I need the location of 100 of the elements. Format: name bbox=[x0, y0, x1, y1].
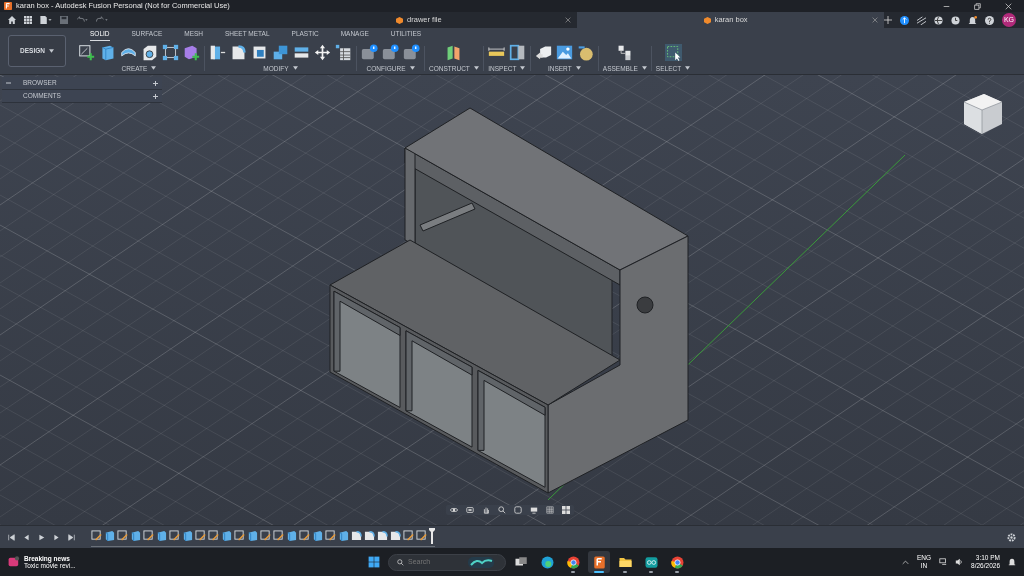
look-at-icon[interactable] bbox=[466, 506, 474, 514]
step-back-icon[interactable] bbox=[23, 533, 30, 541]
home-icon[interactable] bbox=[8, 16, 16, 24]
search-highlight-icon[interactable] bbox=[468, 556, 494, 568]
orbit-icon[interactable] bbox=[450, 506, 458, 514]
caret-icon bbox=[520, 66, 526, 71]
fillet-feature-icon[interactable] bbox=[390, 530, 401, 541]
bell-icon[interactable] bbox=[968, 15, 977, 25]
section-icon[interactable] bbox=[508, 43, 526, 61]
extensions-icon[interactable] bbox=[917, 15, 926, 25]
undo-icon[interactable] bbox=[76, 16, 88, 24]
sketch-feature-icon[interactable] bbox=[208, 530, 219, 541]
settings-icon[interactable] bbox=[1007, 533, 1016, 543]
extrude-feature-icon[interactable] bbox=[312, 530, 323, 541]
extrude-feature-icon[interactable] bbox=[104, 530, 115, 541]
fusion-app-icon bbox=[591, 554, 607, 570]
extrude-feature-icon[interactable] bbox=[156, 530, 167, 541]
config-icon[interactable] bbox=[403, 43, 420, 61]
chrome-icon bbox=[565, 554, 581, 570]
help-icon[interactable] bbox=[985, 15, 994, 25]
cube-icon[interactable] bbox=[99, 43, 116, 61]
sketch-feature-icon[interactable] bbox=[143, 530, 154, 541]
chevron-up-icon[interactable] bbox=[902, 558, 909, 566]
sketch-feature-icon[interactable] bbox=[273, 530, 284, 541]
sketch-feature-icon[interactable] bbox=[325, 530, 336, 541]
box-icon bbox=[396, 16, 404, 24]
config-icon[interactable] bbox=[382, 43, 399, 61]
select-icon[interactable] bbox=[664, 43, 682, 61]
fillet-feature-icon[interactable] bbox=[377, 530, 388, 541]
search-icon bbox=[397, 558, 404, 566]
skip-end-icon[interactable] bbox=[68, 533, 75, 541]
caret-icon bbox=[473, 66, 479, 71]
file-icon[interactable] bbox=[40, 16, 52, 24]
grid-icon[interactable] bbox=[546, 506, 554, 514]
sketch-feature-icon[interactable] bbox=[117, 530, 128, 541]
volume-icon[interactable] bbox=[955, 558, 964, 566]
sketch-feature-icon[interactable] bbox=[91, 530, 102, 541]
extrude-feature-icon[interactable] bbox=[247, 530, 258, 541]
taskbar-app[interactable] bbox=[588, 551, 610, 573]
box-icon bbox=[703, 16, 711, 24]
ball-icon[interactable] bbox=[576, 43, 594, 61]
start-icon[interactable] bbox=[368, 556, 380, 568]
sketch-feature-icon[interactable] bbox=[234, 530, 245, 541]
hole-icon[interactable] bbox=[141, 43, 158, 61]
extrude-feature-icon[interactable] bbox=[221, 530, 232, 541]
globe-icon[interactable] bbox=[934, 15, 943, 25]
app-logo-icon bbox=[4, 2, 12, 10]
caret-icon bbox=[685, 66, 691, 71]
play-icon[interactable] bbox=[38, 533, 45, 541]
caret-icon bbox=[575, 66, 581, 71]
caret-icon bbox=[48, 49, 54, 53]
fillet-icon[interactable] bbox=[230, 43, 247, 61]
save-icon[interactable] bbox=[60, 16, 68, 24]
display-style-icon[interactable] bbox=[514, 506, 522, 514]
apps-grid-icon[interactable] bbox=[24, 16, 32, 24]
table-icon[interactable] bbox=[335, 43, 352, 61]
arduino-icon bbox=[643, 554, 659, 570]
blocks-icon[interactable] bbox=[272, 43, 289, 61]
cube-plus-icon[interactable] bbox=[183, 43, 200, 61]
sketch-feature-icon[interactable] bbox=[416, 530, 427, 541]
sketch-feature-icon[interactable] bbox=[299, 530, 310, 541]
step-forward-icon[interactable] bbox=[53, 533, 60, 541]
sketch-feature-icon[interactable] bbox=[169, 530, 180, 541]
config-icon[interactable] bbox=[361, 43, 378, 61]
fillet-feature-icon[interactable] bbox=[364, 530, 375, 541]
caret-icon bbox=[641, 66, 647, 71]
caret-icon bbox=[151, 66, 157, 71]
timeline-marker-icon[interactable] bbox=[429, 527, 435, 544]
clock-icon[interactable] bbox=[951, 15, 960, 25]
plus-icon[interactable] bbox=[884, 16, 892, 24]
redo-icon[interactable] bbox=[96, 16, 108, 24]
zoom-icon[interactable] bbox=[498, 506, 506, 514]
collapse-icon[interactable] bbox=[6, 80, 11, 86]
upload-icon[interactable] bbox=[900, 15, 909, 25]
sketch-feature-icon[interactable] bbox=[260, 530, 271, 541]
plus-icon[interactable] bbox=[153, 80, 158, 86]
sketch-icon[interactable] bbox=[78, 43, 95, 61]
caret-icon bbox=[409, 66, 415, 71]
pan-hand-icon[interactable] bbox=[482, 506, 490, 514]
extrude-feature-icon[interactable] bbox=[182, 530, 193, 541]
extrude-feature-icon[interactable] bbox=[338, 530, 349, 541]
close-icon[interactable] bbox=[565, 17, 572, 23]
notification-bell-icon[interactable] bbox=[1008, 558, 1016, 566]
move-icon[interactable] bbox=[314, 43, 331, 61]
image-icon[interactable] bbox=[555, 43, 573, 61]
network-icon[interactable] bbox=[939, 558, 948, 566]
rectangle-points-icon[interactable] bbox=[162, 43, 179, 61]
layout-icon[interactable] bbox=[562, 506, 570, 514]
extrude-feature-icon[interactable] bbox=[130, 530, 141, 541]
fillet-feature-icon[interactable] bbox=[351, 530, 362, 541]
sketch-feature-icon[interactable] bbox=[403, 530, 414, 541]
plus-icon[interactable] bbox=[153, 93, 158, 99]
extrude-feature-icon[interactable] bbox=[286, 530, 297, 541]
monitor-icon[interactable] bbox=[530, 506, 538, 514]
skip-start-icon[interactable] bbox=[8, 533, 15, 541]
chrome-icon bbox=[669, 554, 685, 570]
maximize-icon[interactable] bbox=[974, 2, 981, 10]
news-widget-icon[interactable] bbox=[8, 556, 20, 568]
sketch-feature-icon[interactable] bbox=[195, 530, 206, 541]
push-pull-icon[interactable] bbox=[209, 43, 226, 61]
